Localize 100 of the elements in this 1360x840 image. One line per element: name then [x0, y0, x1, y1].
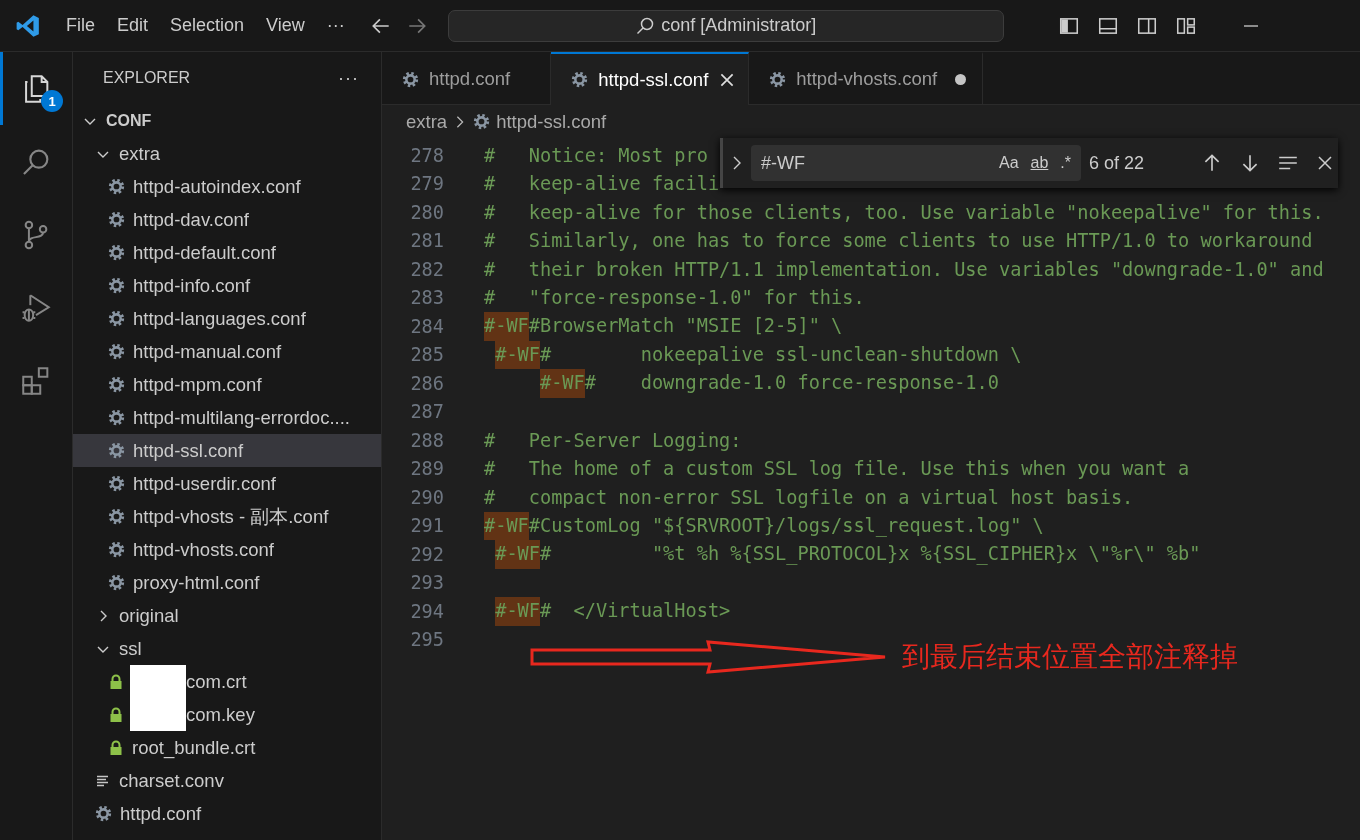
code-comment: #BrowserMatch "MSIE [2-5]" \: [528, 315, 843, 336]
gear-icon: [108, 541, 125, 558]
line-number: 289: [409, 458, 444, 480]
code-comment: # Similarly, one has to force some clients to use HTTP/1.0 to workaround: [484, 230, 1313, 252]
tree-item[interactable]: CONF: [73, 104, 381, 137]
gear-icon: [108, 178, 125, 195]
gear-icon: [108, 574, 125, 591]
tree-item[interactable]: httpd-ssl.conf: [73, 434, 381, 467]
line-number: 287: [409, 401, 444, 423]
search-match-highlight: #-WF: [495, 540, 540, 569]
line-number: 292: [409, 543, 444, 565]
tree-item[interactable]: httpd-autoindex.conf: [73, 170, 381, 203]
tree-item[interactable]: httpd-vhosts.conf: [73, 533, 381, 566]
line-number: 286: [409, 372, 444, 394]
tree-item[interactable]: com.crt: [73, 665, 381, 698]
regex-toggle[interactable]: .*: [1058, 152, 1073, 174]
line-number: 293: [409, 572, 444, 594]
code-comment: # nokeepalive ssl-unclean-shutdown \: [539, 343, 1022, 365]
gear-icon: [108, 244, 125, 261]
code-comment: # "%t %h %{SSL_PROTOCOL}x %{SSL_CIPHER}x \"%r\" %b": [539, 543, 1201, 564]
search-match-highlight: #-WF: [539, 369, 585, 398]
annotation-text: 到最后结束位置全部注释掉: [902, 639, 1238, 675]
code-comment: # </VirtualHost>: [539, 600, 731, 621]
menu-item[interactable]: View: [255, 11, 316, 40]
line-number: 288: [409, 429, 444, 451]
gear-icon: [108, 376, 125, 393]
tree-item[interactable]: httpd-vhosts - 副本.conf: [73, 500, 381, 533]
line-number: 294: [409, 600, 444, 622]
code-comment: #CustomLog "${SRVROOT}/logs/ssl_request.log" \: [528, 514, 1044, 536]
code-editor-logo-icon: [15, 12, 41, 39]
code-comment: # Per-Server Logging:: [484, 429, 742, 451]
gear-icon: [108, 343, 125, 360]
line-number: 281: [409, 230, 444, 252]
tree-item[interactable]: httpd-userdir.conf: [73, 467, 381, 500]
gear-icon: [108, 409, 125, 426]
tree-item[interactable]: httpd-manual.conf: [73, 335, 381, 368]
code-comment: # downgrade-1.0 force-response-1.0: [584, 372, 999, 393]
tree-item[interactable]: httpd-multilang-errordoc....: [73, 401, 381, 434]
gear-icon: [108, 508, 125, 525]
gear-icon: [108, 277, 125, 294]
gear-icon: [108, 442, 125, 459]
tree-item[interactable]: extra: [73, 137, 381, 170]
breadcrumb-item[interactable]: extra: [406, 110, 448, 133]
notification-badge: 1: [41, 90, 63, 112]
editor-tab[interactable]: httpd-vhosts.conf: [749, 52, 984, 104]
gear-icon: [402, 70, 419, 88]
gear-icon: [108, 475, 125, 492]
activity-button[interactable]: 1: [0, 52, 69, 125]
code-comment: # "force-response-1.0" for this.: [484, 287, 865, 309]
line-number: 285: [409, 344, 444, 366]
match-case-toggle[interactable]: Aa: [996, 152, 1021, 174]
code-comment: # compact non-error SSL logfile on a virtual host basis.: [484, 486, 1134, 508]
tree-item[interactable]: httpd-info.conf: [73, 269, 381, 302]
search-match-highlight: #-WF: [484, 312, 529, 341]
menu-item[interactable]: File: [55, 11, 106, 40]
search-match-highlight: #-WF: [495, 340, 540, 369]
command-center[interactable]: conf [Administrator]: [447, 9, 1004, 42]
code-comment: # Notice: Most pro: [484, 144, 708, 166]
gear-icon: [95, 805, 112, 822]
line-number: 279: [409, 173, 444, 195]
more-actions-button[interactable]: ···: [338, 67, 359, 89]
line-number: 280: [409, 201, 444, 223]
line-number: 290: [409, 486, 444, 508]
command-center-text: conf [Administrator]: [661, 15, 817, 36]
line-number: 282: [409, 258, 444, 280]
tree-item[interactable]: proxy-html.conf: [73, 566, 381, 599]
menu-item[interactable]: Edit: [106, 11, 160, 40]
line-number: 295: [409, 629, 444, 651]
tree-item[interactable]: httpd-languages.conf: [73, 302, 381, 335]
search-match-highlight: #-WF: [495, 597, 540, 626]
line-number: 283: [409, 287, 444, 309]
tree-item[interactable]: root_bundle.crt: [73, 731, 381, 764]
editor-tab[interactable]: httpd-ssl.conf: [551, 52, 750, 105]
find-input-field[interactable]: #-WF Aa ab .*: [751, 145, 1081, 181]
line-number: 291: [409, 515, 444, 537]
gear-icon: [473, 113, 491, 130]
lock-icon: [108, 673, 124, 690]
gear-icon: [108, 310, 125, 327]
menu-item[interactable]: Selection: [159, 11, 256, 40]
match-count: 6 of 22: [1089, 152, 1146, 174]
code-comment: # keep-alive facili: [484, 173, 720, 195]
breadcrumb-item[interactable]: httpd-ssl.conf: [496, 110, 607, 133]
gear-icon: [108, 211, 125, 228]
gear-icon: [571, 71, 589, 88]
tree-item[interactable]: com.key: [73, 698, 381, 731]
tree-item[interactable]: httpd.conf: [73, 797, 381, 830]
tree-item[interactable]: charset.conv: [73, 764, 381, 797]
tree-item[interactable]: httpd-default.conf: [73, 236, 381, 269]
whole-word-toggle[interactable]: ab: [1028, 152, 1051, 174]
search-icon: [635, 15, 656, 36]
code-comment: # The home of a custom SSL log file. Use this when you want a: [484, 458, 1190, 480]
code-comment: # keep-alive for those clients, too. Use variable "nokeepalive" for this.: [484, 201, 1324, 223]
code-comment: # their broken HTTP/1.1 implementation. Use variables "downgrade-1.0" and: [484, 258, 1324, 280]
tree-item[interactable]: httpd-mpm.conf: [73, 368, 381, 401]
unsaved-dot-icon: [955, 73, 967, 85]
tree-item[interactable]: original: [73, 599, 381, 632]
tree-item[interactable]: ssl: [73, 632, 381, 665]
search-match-highlight: #-WF: [484, 511, 529, 540]
menu-item[interactable]: ···: [315, 11, 356, 40]
tree-item[interactable]: httpd-dav.conf: [73, 203, 381, 236]
